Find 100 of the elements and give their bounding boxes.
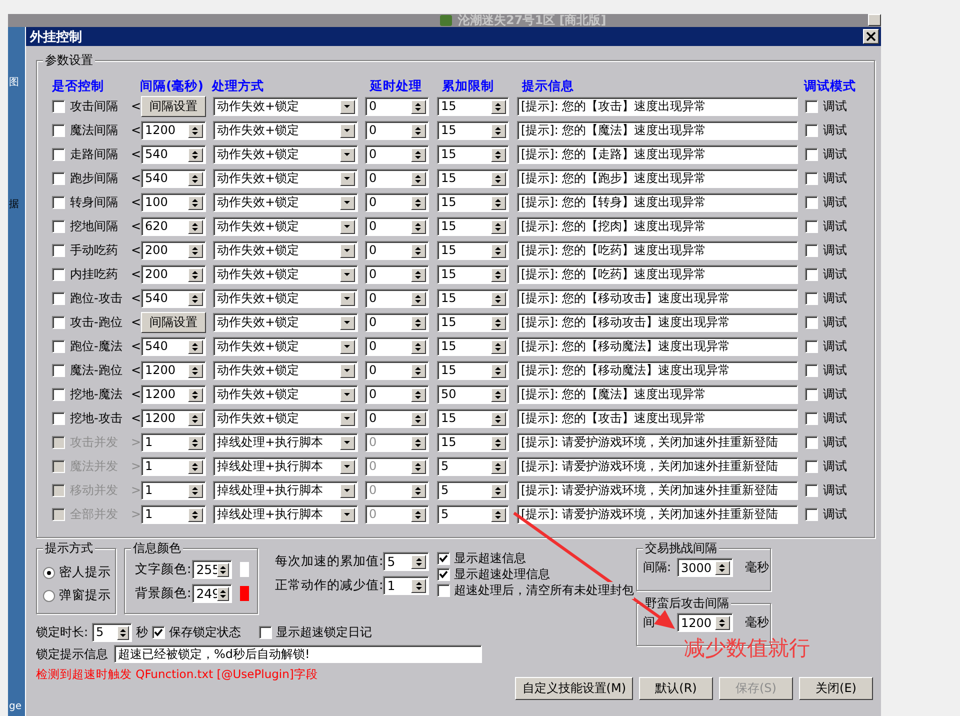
- checkbox[interactable]: [804, 196, 818, 208]
- spin-button[interactable]: [410, 148, 426, 162]
- spin-button[interactable]: [410, 340, 426, 354]
- text-field[interactable]: [提示]: 您的【魔法】速度出现异常: [516, 120, 798, 140]
- text-field[interactable]: [提示]: 您的【跑步】速度出现异常: [516, 168, 798, 188]
- number-field[interactable]: 0: [364, 144, 429, 164]
- checkbox[interactable]: [437, 584, 450, 596]
- number-field[interactable]: 200: [140, 264, 206, 284]
- checkbox[interactable]: [804, 292, 818, 304]
- interval-button[interactable]: 间隔设置: [140, 312, 206, 332]
- dropdown[interactable]: 动作失效+锁定: [212, 264, 358, 284]
- text-field[interactable]: 超速已经被锁定，%d秒后自动解锁!: [114, 645, 482, 663]
- checkbox[interactable]: [52, 148, 65, 160]
- text-field[interactable]: [提示]: 您的【移动魔法】速度出现异常: [516, 360, 798, 380]
- spin-button[interactable]: [490, 340, 506, 354]
- spin-button[interactable]: [188, 460, 203, 474]
- number-field[interactable]: 620: [140, 216, 206, 236]
- number-field[interactable]: 0: [364, 312, 429, 332]
- spin-button[interactable]: [490, 148, 506, 162]
- dropdown[interactable]: 动作失效+锁定: [212, 240, 358, 260]
- spin-button[interactable]: [217, 586, 230, 600]
- checkbox[interactable]: [152, 626, 166, 638]
- dropdown[interactable]: 动作失效+锁定: [212, 216, 358, 236]
- text-field[interactable]: [提示]: 您的【吃药】速度出现异常: [516, 264, 798, 284]
- spin-button[interactable]: [188, 196, 203, 210]
- spin-button[interactable]: [117, 626, 130, 640]
- number-field[interactable]: 0: [364, 96, 429, 116]
- checkbox[interactable]: [804, 124, 818, 136]
- spin-button[interactable]: [188, 508, 203, 522]
- number-field[interactable]: 0: [364, 264, 429, 284]
- dialog-button[interactable]: 关闭(E): [799, 677, 873, 700]
- radio-button[interactable]: [42, 590, 55, 602]
- spin-button[interactable]: [714, 616, 730, 630]
- number-field[interactable]: 15: [436, 312, 509, 332]
- spin-button[interactable]: [410, 268, 426, 282]
- number-field[interactable]: 100: [140, 192, 206, 212]
- checkbox[interactable]: [52, 220, 65, 232]
- number-field[interactable]: 15: [436, 216, 509, 236]
- spin-button[interactable]: [188, 148, 203, 162]
- number-field[interactable]: 200: [140, 240, 206, 260]
- number-field[interactable]: 540: [140, 288, 206, 308]
- text-field[interactable]: [提示]: 您的【攻击】速度出现异常: [516, 96, 798, 116]
- spin-button[interactable]: [410, 196, 426, 210]
- checkbox[interactable]: [52, 364, 65, 376]
- spin-button[interactable]: [490, 508, 506, 522]
- text-field[interactable]: [提示]: 您的【吃药】速度出现异常: [516, 240, 798, 260]
- spin-button[interactable]: [410, 124, 426, 138]
- spin-button[interactable]: [411, 578, 426, 592]
- checkbox[interactable]: [804, 244, 818, 256]
- dropdown[interactable]: 动作失效+锁定: [212, 144, 358, 164]
- checkbox[interactable]: [52, 100, 65, 112]
- spin-button[interactable]: [188, 292, 203, 306]
- spin-button[interactable]: [490, 268, 506, 282]
- spin-button[interactable]: [188, 388, 203, 402]
- spin-button[interactable]: [490, 172, 506, 186]
- checkbox[interactable]: [52, 292, 65, 304]
- dialog-button[interactable]: 默认(R): [639, 677, 713, 700]
- number-field[interactable]: 0: [364, 120, 429, 140]
- checkbox[interactable]: [437, 568, 450, 580]
- text-field[interactable]: [提示]: 您的【移动魔法】速度出现异常: [516, 336, 798, 356]
- number-field[interactable]: 0: [364, 384, 429, 404]
- checkbox[interactable]: [52, 340, 65, 352]
- number-field[interactable]: 1200: [140, 360, 206, 380]
- checkbox[interactable]: [804, 172, 818, 184]
- text-field[interactable]: [提示]: 您的【移动攻击】速度出现异常: [516, 288, 798, 308]
- number-field[interactable]: 0: [364, 360, 429, 380]
- number-field[interactable]: 0: [364, 336, 429, 356]
- spin-button[interactable]: [490, 436, 506, 450]
- spin-button[interactable]: [410, 220, 426, 234]
- spin-button[interactable]: [714, 561, 730, 575]
- spin-button[interactable]: [490, 412, 506, 426]
- spin-button[interactable]: [188, 412, 203, 426]
- number-field[interactable]: 1200: [140, 120, 206, 140]
- number-field[interactable]: 540: [140, 168, 206, 188]
- number-field[interactable]: 15: [436, 360, 509, 380]
- number-field[interactable]: 15: [436, 336, 509, 356]
- checkbox[interactable]: [52, 196, 65, 208]
- number-field[interactable]: 5: [92, 622, 132, 642]
- checkbox[interactable]: [259, 626, 272, 638]
- checkbox[interactable]: [804, 100, 818, 112]
- number-field[interactable]: 15: [436, 120, 509, 140]
- number-field[interactable]: 3000: [676, 558, 733, 577]
- minimize-button[interactable]: [868, 14, 881, 26]
- spin-button[interactable]: [410, 172, 426, 186]
- spin-button[interactable]: [490, 100, 506, 114]
- number-field[interactable]: 540: [140, 144, 206, 164]
- spin-button[interactable]: [490, 388, 506, 402]
- number-field[interactable]: 15: [436, 96, 509, 116]
- dropdown[interactable]: 动作失效+锁定: [212, 360, 358, 380]
- number-field[interactable]: 0: [364, 168, 429, 188]
- interval-button[interactable]: 间隔设置: [140, 96, 206, 116]
- checkbox[interactable]: [52, 388, 65, 400]
- number-field[interactable]: 1200: [140, 408, 206, 428]
- dropdown[interactable]: 动作失效+锁定: [212, 288, 358, 308]
- spin-button[interactable]: [411, 554, 426, 568]
- checkbox[interactable]: [804, 364, 818, 376]
- spin-button[interactable]: [490, 124, 506, 138]
- spin-button[interactable]: [410, 316, 426, 330]
- text-field[interactable]: [提示]: 您的【魔法】速度出现异常: [516, 384, 798, 404]
- dropdown[interactable]: 动作失效+锁定: [212, 192, 358, 212]
